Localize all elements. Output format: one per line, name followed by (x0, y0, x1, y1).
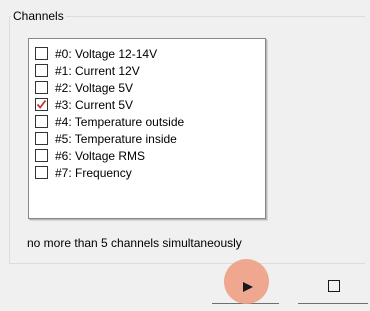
channel-checkbox[interactable] (35, 166, 48, 179)
channel-checkbox[interactable] (35, 149, 48, 162)
channel-label: #2: Voltage 5V (55, 80, 134, 95)
channel-label: #4: Temperature outside (55, 114, 185, 129)
channel-checkbox[interactable] (35, 47, 48, 60)
channels-group-title: Channels (11, 9, 66, 23)
channel-checkbox[interactable] (35, 132, 48, 145)
channel-item-0[interactable]: #0: Voltage 12-14V (35, 45, 157, 62)
channel-item-7[interactable]: #7: Frequency (35, 164, 132, 181)
channel-checkbox[interactable] (35, 81, 48, 94)
channel-label: #0: Voltage 12-14V (55, 46, 158, 61)
channel-item-4[interactable]: #4: Temperature outside (35, 113, 184, 130)
channel-item-3[interactable]: #3: Current 5V (35, 96, 133, 113)
channel-item-2[interactable]: #2: Voltage 5V (35, 79, 133, 96)
channel-label: #7: Frequency (55, 165, 132, 180)
channel-checkbox[interactable] (35, 64, 48, 77)
channel-checkbox[interactable] (35, 115, 48, 128)
checkmark-icon (36, 99, 47, 109)
channel-label: #3: Current 5V (55, 97, 134, 112)
stop-square-icon (328, 280, 340, 292)
start-button[interactable] (212, 259, 279, 304)
channel-item-1[interactable]: #1: Current 12V (35, 62, 140, 79)
channel-label: #1: Current 12V (55, 63, 140, 78)
channel-item-5[interactable]: #5: Temperature inside (35, 130, 177, 147)
channel-limit-note: no more than 5 channels simultaneously (27, 236, 242, 250)
stop-button[interactable] (298, 273, 368, 304)
channels-listbox[interactable]: #0: Voltage 12-14V #1: Current 12V #2: V… (28, 38, 266, 219)
channel-label: #6: Voltage RMS (55, 148, 146, 163)
channel-item-6[interactable]: #6: Voltage RMS (35, 147, 145, 164)
play-icon (243, 282, 253, 292)
channel-label: #5: Temperature inside (55, 131, 177, 146)
channel-checkbox-checked[interactable] (35, 98, 48, 111)
